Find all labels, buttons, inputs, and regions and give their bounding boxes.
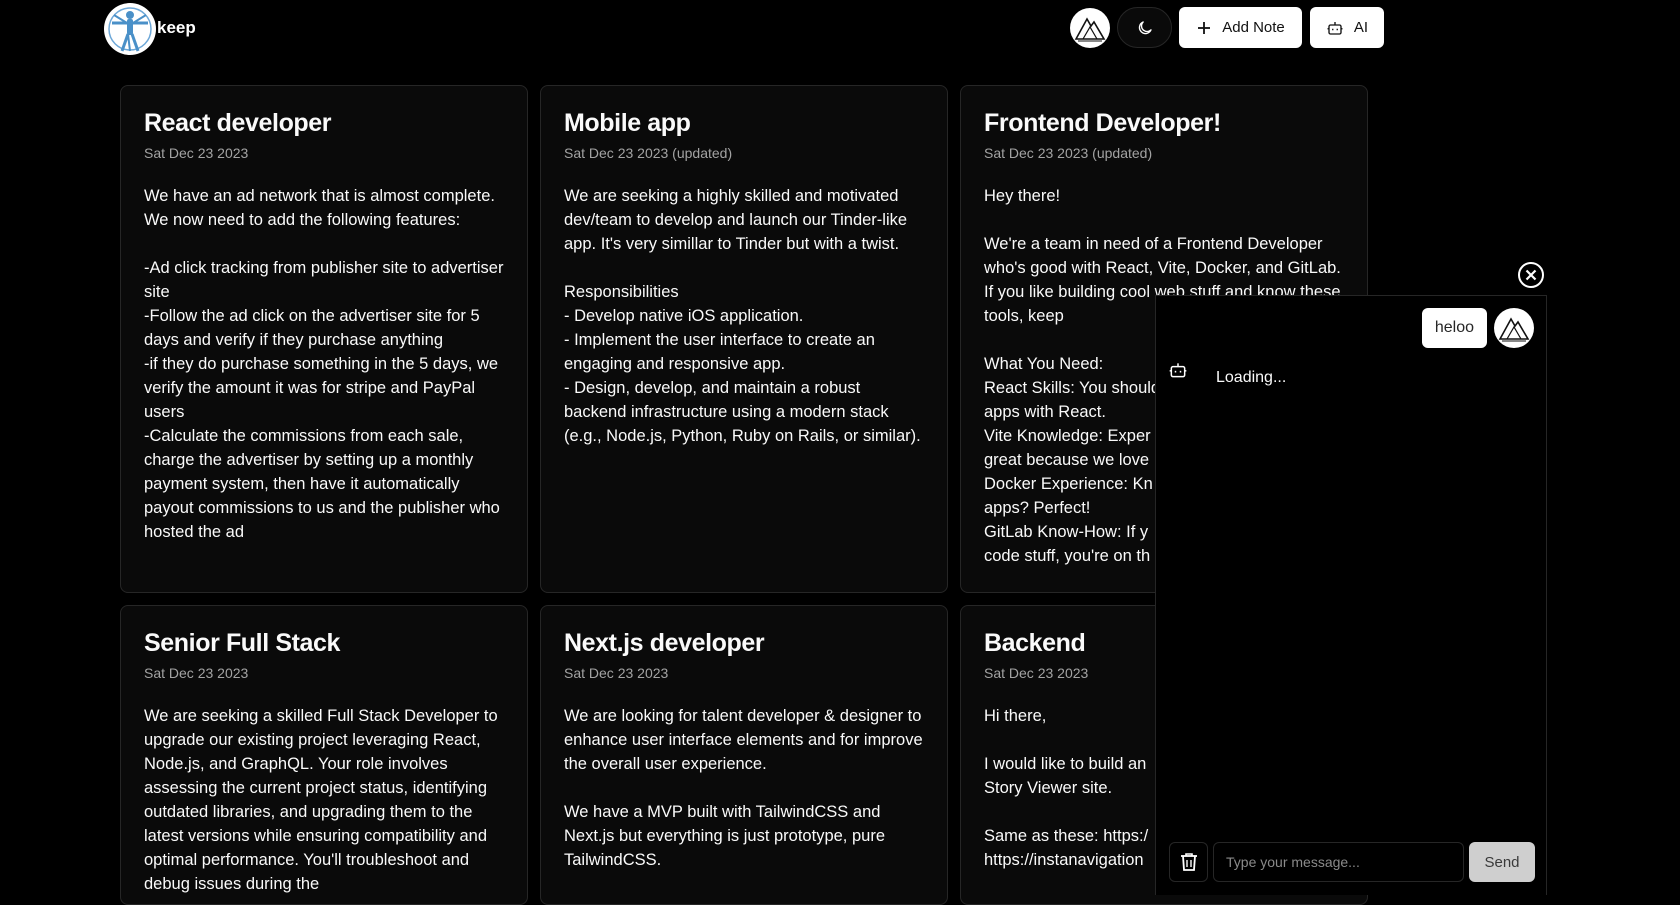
ai-button[interactable]: AI — [1310, 7, 1384, 48]
note-card[interactable]: React developer Sat Dec 23 2023 We have … — [120, 85, 528, 593]
user-avatar — [1494, 308, 1534, 348]
mountain-logo-icon — [1074, 17, 1106, 42]
bot-icon — [1327, 21, 1343, 35]
note-body: We are seeking a skilled Full Stack Deve… — [144, 707, 498, 893]
note-card[interactable]: Mobile app Sat Dec 23 2023 (updated) We … — [540, 85, 948, 593]
plus-icon — [1198, 21, 1211, 34]
bot-avatar-icon — [1168, 360, 1188, 385]
close-circle-icon — [1518, 262, 1544, 288]
note-body: We have an ad network that is almost com… — [144, 187, 504, 541]
app-brand: keep — [157, 18, 196, 37]
note-body: We are seeking a highly skilled and moti… — [564, 187, 921, 445]
ai-chat-panel: heloo Loading... Send — [1155, 295, 1547, 895]
add-note-label: Add Note — [1222, 19, 1285, 36]
note-title: Frontend Developer! — [984, 109, 1221, 137]
ai-label: AI — [1353, 19, 1369, 36]
note-title: Senior Full Stack — [144, 629, 341, 657]
note-title: Mobile app — [564, 109, 691, 137]
note-title: React developer — [144, 109, 332, 137]
moon-icon — [1138, 20, 1152, 34]
note-card[interactable]: Next.js developer Sat Dec 23 2023 We are… — [540, 605, 948, 905]
note-card[interactable]: Senior Full Stack Sat Dec 23 2023 We are… — [120, 605, 528, 905]
theme-toggle-button[interactable] — [1117, 7, 1172, 48]
note-date: Sat Dec 23 2023 (updated) — [564, 145, 733, 161]
note-date: Sat Dec 23 2023 (updated) — [984, 145, 1153, 161]
send-button[interactable]: Send — [1469, 842, 1535, 882]
note-date: Sat Dec 23 2023 — [144, 145, 249, 161]
chat-close-button[interactable] — [1517, 261, 1545, 289]
trash-icon — [1180, 853, 1197, 871]
add-note-button[interactable]: Add Note — [1179, 7, 1302, 48]
note-body: We are looking for talent developer & de… — [564, 707, 923, 869]
bot-loading-text: Loading... — [1216, 369, 1287, 386]
chat-message-input[interactable] — [1213, 842, 1464, 882]
user-message-bubble: heloo — [1421, 308, 1487, 348]
mountain-logo-icon — [1498, 317, 1530, 342]
vitruvian-logo-icon[interactable] — [104, 3, 156, 55]
clear-chat-button[interactable] — [1169, 842, 1208, 882]
top-bar: keep Add Note AI — [0, 0, 1680, 56]
user-avatar-button[interactable] — [1070, 8, 1110, 48]
note-date: Sat Dec 23 2023 — [144, 665, 249, 681]
note-title: Next.js developer — [564, 629, 765, 657]
note-date: Sat Dec 23 2023 — [564, 665, 669, 681]
